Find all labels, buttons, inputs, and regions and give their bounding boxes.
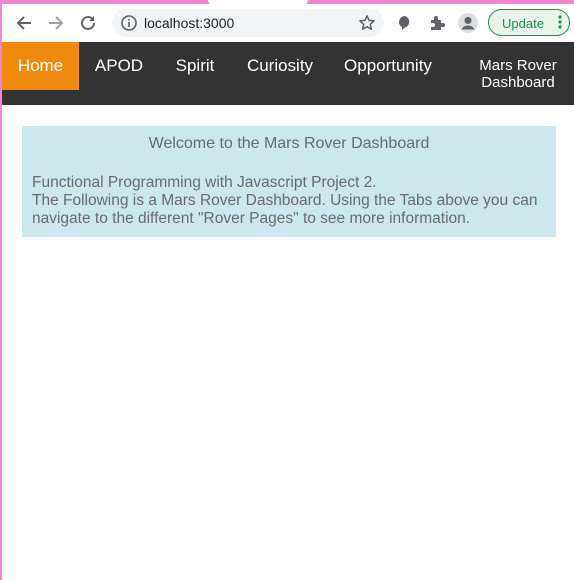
nav-tab-spirit[interactable]: Spirit bbox=[162, 42, 228, 90]
site-navbar: Home APOD Spirit Curiosity Opportunity M… bbox=[2, 42, 574, 105]
nav-tab-opportunity[interactable]: Opportunity bbox=[334, 42, 442, 90]
forward-icon[interactable] bbox=[42, 9, 70, 37]
profile-icon[interactable] bbox=[457, 12, 479, 34]
site-brand: Mars Rover Dashboard bbox=[468, 57, 568, 91]
extension-puzzle-icon[interactable] bbox=[426, 12, 448, 34]
nav-tab-curiosity[interactable]: Curiosity bbox=[234, 42, 326, 90]
info-icon[interactable] bbox=[120, 14, 138, 37]
update-button[interactable]: Update bbox=[488, 9, 570, 36]
nav-tab-home[interactable]: Home bbox=[2, 42, 79, 90]
welcome-heading: Welcome to the Mars Rover Dashboard bbox=[148, 135, 430, 152]
star-icon[interactable] bbox=[358, 14, 376, 37]
intro-description: The Following is a Mars Rover Dashboard.… bbox=[32, 192, 538, 227]
brand-line-2: Dashboard bbox=[481, 74, 555, 91]
update-label: Update bbox=[502, 16, 544, 31]
extension-icon[interactable] bbox=[394, 12, 416, 34]
more-vert-icon[interactable] bbox=[558, 14, 562, 35]
address-bar[interactable]: localhost:3000 bbox=[112, 9, 384, 37]
browser-toolbar: localhost:3000 Update bbox=[2, 5, 574, 42]
intro-line: Functional Programming with Javascript P… bbox=[32, 174, 377, 191]
url-text[interactable]: localhost:3000 bbox=[144, 15, 234, 31]
welcome-card: Welcome to the Mars Rover Dashboard Func… bbox=[22, 126, 556, 237]
brand-line-1: Mars Rover bbox=[479, 57, 557, 74]
reload-icon[interactable] bbox=[74, 9, 102, 37]
back-icon[interactable] bbox=[10, 9, 38, 37]
nav-tab-apod[interactable]: APOD bbox=[82, 42, 156, 90]
